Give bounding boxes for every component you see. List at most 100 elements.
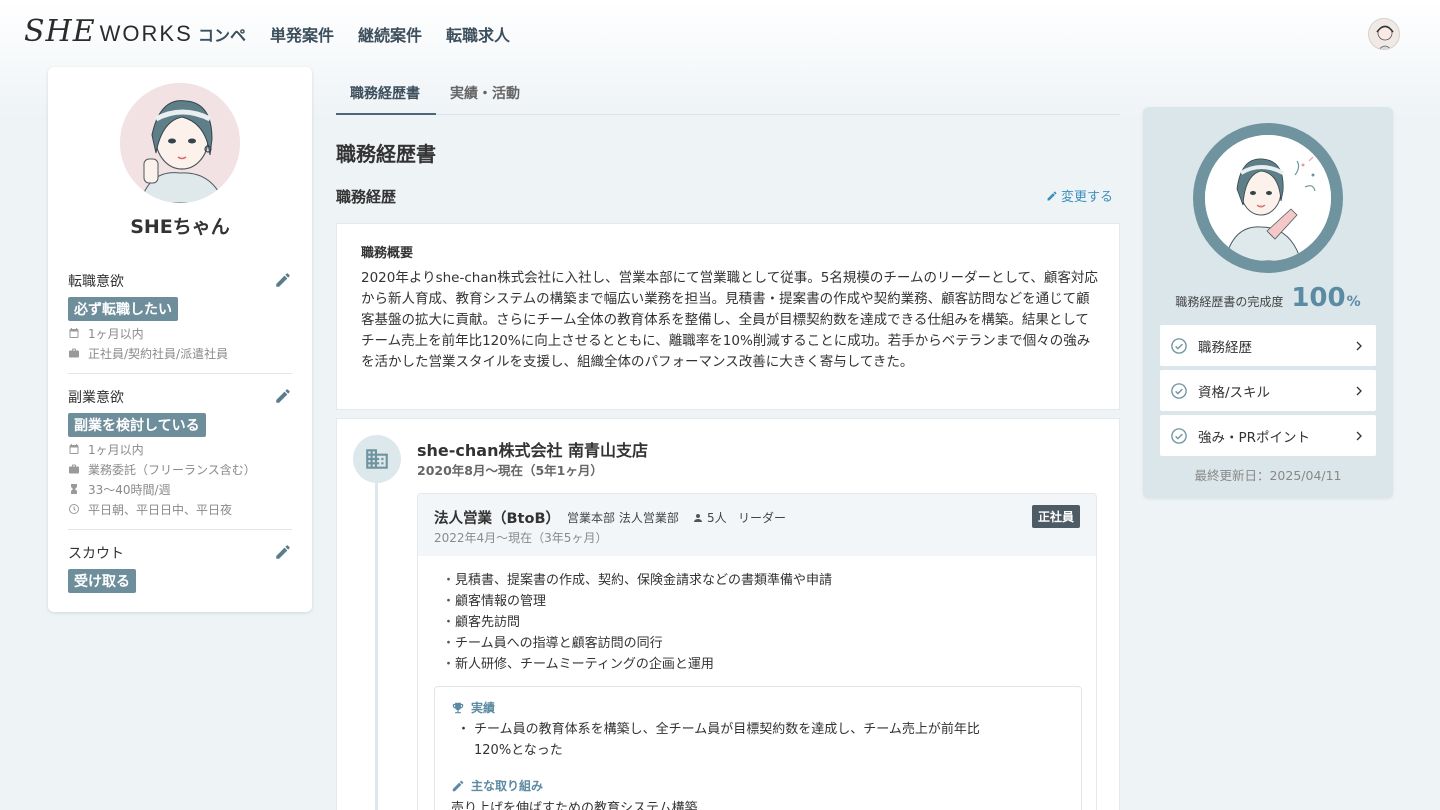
nav-item-compe[interactable]: コンペ (198, 22, 246, 46)
checklist-item-career[interactable]: 職務経歴 (1160, 325, 1376, 366)
summary-card: 職務概要 2020年よりshe-chan株式会社に入社し、営業本部にて営業職とし… (336, 223, 1120, 410)
profile-name: SHEちゃん (130, 216, 230, 238)
side-job-contract: 業務委託（フリーランス含む） (68, 461, 292, 477)
logo-she: SHE (24, 14, 96, 49)
last-updated: 最終更新日：2025/04/11 (1194, 468, 1342, 483)
side-job-times: 平日朝、平日日中、平日夜 (68, 501, 292, 517)
trophy-icon (452, 702, 464, 713)
checklist-label: 強み・PRポイント (1198, 429, 1311, 446)
side-job-title: 副業意欲 (68, 390, 124, 406)
list-item: 新人研修、チームミーティングの企画と運用 (442, 654, 832, 675)
achievements-label: 実績 (451, 699, 495, 716)
side-job-timing-text: 1ヶ月以内 (88, 442, 144, 457)
summary-title: 職務概要 (361, 246, 414, 261)
page-title: 職務経歴書 (336, 142, 436, 166)
edit-scout-icon[interactable] (274, 543, 292, 561)
chevron-right-icon (1356, 431, 1362, 440)
role-card: 法人営業（BtoB） 営業本部 法人営業部 5人 リーダー 2022年4月〜現在… (417, 493, 1097, 810)
scout-tag: 受け取る (68, 569, 136, 593)
company-period: 2020年8月〜現在（5年1ヶ月） (417, 463, 603, 478)
efforts-label: 主な取り組み (451, 777, 543, 794)
job-change-section: 転職意欲 必ず転職したい 1ヶ月以内 正社員/契約社員/派遣社員 (68, 271, 292, 361)
completion-unit: % (1346, 294, 1361, 310)
job-change-employment: 正社員/契約社員/派遣社員 (68, 345, 292, 361)
checklist-label: 職務経歴 (1198, 339, 1252, 356)
change-button[interactable]: 変更する (1046, 186, 1113, 205)
nav-item-single[interactable]: 単発案件 (270, 22, 334, 46)
building-icon (353, 435, 401, 483)
checklist-label: 資格/スキル (1198, 384, 1271, 401)
main-nav: コンペ 単発案件 継続案件 転職求人 (198, 22, 534, 46)
job-change-employment-text: 正社員/契約社員/派遣社員 (88, 346, 229, 361)
chevron-right-icon (1356, 341, 1362, 350)
tab-achievements[interactable]: 実績・活動 (450, 83, 520, 103)
duties-list: 見積書、提案書の作成、契約、保険金請求などの書類準備や申請 顧客情報の管理 顧客… (442, 570, 832, 675)
edit-job-change-icon[interactable] (274, 271, 292, 289)
checklist-item-skills[interactable]: 資格/スキル (1160, 370, 1376, 411)
role-position: リーダー (738, 511, 787, 525)
briefcase-icon (69, 464, 79, 474)
pencil-icon (1047, 191, 1057, 200)
career-subtitle: 職務経歴 (336, 188, 397, 206)
header: SHE WORKS コンペ 単発案件 継続案件 転職求人 (0, 0, 1440, 66)
edit-side-job-icon[interactable] (274, 387, 292, 405)
profile-card: SHEちゃん 転職意欲 必ず転職したい 1ヶ月以内 正社員/契約社員/派遣社員 … (48, 67, 312, 612)
role-people: 5人 (692, 509, 727, 526)
role-dept: 営業本部 法人営業部 (567, 511, 679, 525)
achievement-line-2: 120%となった (474, 743, 563, 758)
efforts-label-text: 主な取り組み (471, 779, 544, 793)
nav-item-jobs[interactable]: 転職求人 (446, 22, 510, 46)
list-item: 顧客情報の管理 (442, 591, 832, 612)
calendar-icon (69, 444, 79, 454)
role-header: 法人営業（BtoB） 営業本部 法人営業部 5人 リーダー 2022年4月〜現在… (418, 494, 1096, 556)
tab-bar: 職務経歴書 実績・活動 (336, 67, 1120, 115)
briefcase-icon (69, 348, 79, 358)
checklist-item-strengths[interactable]: 強み・PRポイント (1160, 415, 1376, 456)
list-item: チーム員への指導と顧客訪問の同行 (442, 633, 832, 654)
completion-ring (1193, 123, 1343, 273)
timeline (375, 483, 378, 810)
scout-section: スカウト 受け取る (68, 543, 292, 593)
side-job-section: 副業意欲 副業を検討している 1ヶ月以内 業務委託（フリーランス含む） 33〜4… (68, 387, 292, 517)
user-avatar[interactable] (1368, 18, 1400, 50)
change-label: 変更する (1061, 190, 1114, 205)
company-name: she-chan株式会社 南青山支店 (417, 441, 649, 460)
scout-title: スカウト (68, 546, 124, 562)
effort-text: 売り上げを伸ばすための教育システム構築 (451, 801, 698, 810)
achievements-box: 実績 ・チーム員の教育体系を構築し、全チーム員が目標契約数を達成し、チーム売上が… (434, 686, 1082, 810)
side-job-hours-text: 33〜40時間/週 (88, 482, 171, 497)
tab-career-sheet[interactable]: 職務経歴書 (350, 83, 420, 103)
check-circle-icon (1171, 427, 1187, 444)
list-item: 顧客先訪問 (442, 612, 832, 633)
side-job-times-text: 平日朝、平日日中、平日夜 (88, 502, 233, 517)
side-job-contract-text: 業務委託（フリーランス含む） (88, 462, 256, 477)
clock-icon (69, 504, 79, 514)
list-item: 見積書、提案書の作成、契約、保険金請求などの書類準備や申請 (442, 570, 832, 591)
completion-card: 職務経歴書の完成度 100 % 職務経歴 資格/スキル 強み・PRポイント 最終… (1143, 107, 1393, 498)
completion-value: 100 (1291, 283, 1346, 313)
job-change-tag: 必ず転職したい (68, 297, 178, 321)
divider (68, 529, 292, 530)
logo-works: WORKS (99, 21, 193, 46)
person-icon (694, 513, 702, 522)
role-period: 2022年4月〜現在（3年5ヶ月） (434, 531, 608, 545)
side-job-tag: 副業を検討している (68, 413, 206, 437)
completion-label: 職務経歴書の完成度 (1175, 295, 1284, 309)
nav-item-continuous[interactable]: 継続案件 (358, 22, 422, 46)
pencil-icon (452, 780, 464, 791)
employment-badge: 正社員 (1032, 505, 1081, 528)
company-card: she-chan株式会社 南青山支店 2020年8月〜現在（5年1ヶ月） 法人営… (336, 418, 1120, 810)
achievements-label-text: 実績 (471, 701, 496, 715)
summary-text: 2020年よりshe-chan株式会社に入社し、営業本部にて営業職として従事。5… (361, 270, 1098, 370)
role-title: 法人営業（BtoB） (434, 511, 560, 527)
active-tab-indicator (336, 113, 436, 115)
hourglass-icon (71, 484, 77, 494)
check-circle-icon (1171, 337, 1187, 354)
job-change-timing: 1ヶ月以内 (68, 325, 292, 341)
check-circle-icon (1171, 382, 1187, 399)
side-job-hours: 33〜40時間/週 (68, 481, 292, 497)
calendar-icon (69, 328, 79, 338)
logo[interactable]: SHE WORKS (24, 14, 193, 49)
role-people-count: 5人 (707, 511, 727, 525)
job-change-title: 転職意欲 (68, 274, 124, 290)
